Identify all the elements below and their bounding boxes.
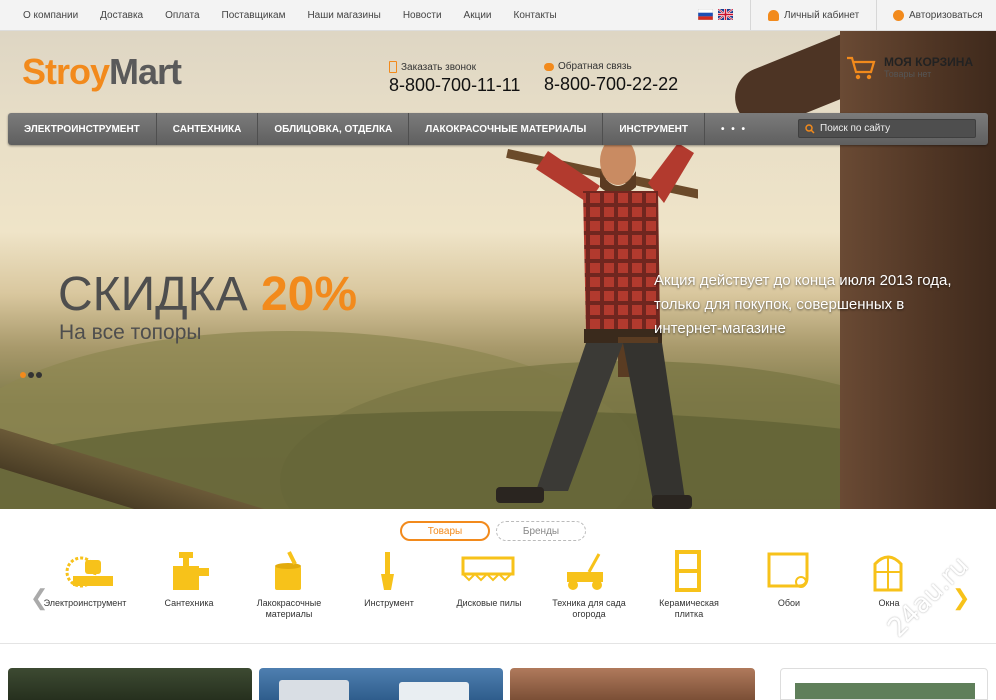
- category-item[interactable]: Инструмент: [344, 550, 434, 609]
- screwdriver-icon: [381, 552, 394, 590]
- category-label: Электроинструмент: [43, 598, 127, 608]
- tab-goods[interactable]: Товары: [400, 521, 490, 541]
- saw-blade-icon: [461, 556, 515, 582]
- search-icon: [805, 123, 815, 134]
- slider-dot[interactable]: [28, 372, 34, 378]
- category-label: Лакокрасочные материалы: [256, 598, 322, 619]
- category-label: Дисковые пилы: [456, 598, 522, 608]
- category-item[interactable]: Керамическая плитка: [644, 550, 734, 620]
- hero-banner: StroyMart Заказать звонок 8-800-700-11-1…: [0, 31, 996, 509]
- promo-title-text: СКИДКА: [58, 268, 248, 321]
- phone-callback-number: 8-800-700-11-11: [389, 75, 521, 95]
- paint-bucket-image: [399, 682, 469, 700]
- site-logo[interactable]: StroyMart: [22, 51, 182, 93]
- menu-more-button[interactable]: • • •: [705, 113, 763, 145]
- promo-card[interactable]: [259, 668, 503, 700]
- cart-title: МОЯ КОРЗИНА: [884, 55, 974, 69]
- russian-flag-icon[interactable]: [698, 9, 713, 20]
- promo-card[interactable]: [510, 668, 755, 700]
- cabinet-label: Личный кабинет: [784, 9, 860, 21]
- category-item[interactable]: Сантехника: [144, 550, 234, 609]
- phone-icon: [389, 61, 397, 73]
- cart-icon: [847, 56, 876, 80]
- phone-feedback-number: 8-800-700-22-22: [544, 74, 679, 94]
- category-item[interactable]: Электроинструмент: [40, 550, 130, 609]
- menu-power-tools[interactable]: ЭЛЕКТРОИНСТРУМЕНТ: [8, 113, 157, 145]
- category-label: Инструмент: [364, 598, 414, 608]
- menu-paints[interactable]: ЛАКОКРАСОЧНЫЕ МАТЕРИАЛЫ: [409, 113, 604, 145]
- phone-feedback-label: Обратная связь: [558, 61, 632, 72]
- login-link[interactable]: Авторизоваться: [893, 0, 983, 30]
- category-label: Техника для сада огорода: [552, 598, 626, 619]
- chat-icon: [544, 62, 554, 71]
- divider: [876, 0, 877, 30]
- faucet-icon: [173, 552, 209, 590]
- lawn-mower-icon: [567, 553, 603, 590]
- promo-subtitle: На все топоры: [59, 321, 202, 344]
- paint-bucket-image: [279, 680, 349, 700]
- top-nav: О компании Доставка Оплата Поставщикам Н…: [12, 0, 568, 30]
- promo-card[interactable]: [8, 668, 252, 700]
- catalog-tabs: Товары Бренды: [400, 521, 586, 541]
- logo-part-stroy: Stroy: [22, 51, 110, 92]
- menu-plumbing[interactable]: САНТЕХНИКА: [157, 113, 259, 145]
- topnav-news[interactable]: Новости: [403, 10, 442, 21]
- language-switcher: [698, 9, 733, 20]
- paint-can-icon: [275, 551, 301, 590]
- category-item[interactable]: Лакокрасочные материалы: [244, 550, 334, 620]
- category-item[interactable]: Дисковые пилы: [444, 550, 534, 609]
- category-label: Сантехника: [164, 598, 214, 608]
- promo-note: Акция действует до конца июля 2013 года,…: [654, 272, 952, 337]
- search-input[interactable]: Поиск по сайту: [798, 119, 976, 138]
- tab-brands[interactable]: Бренды: [496, 521, 586, 541]
- menu-tools[interactable]: ИНСТРУМЕНТ: [603, 113, 705, 145]
- cabinet-link[interactable]: Личный кабинет: [768, 0, 859, 30]
- category-carousel: Электроинструмент Сантехника Лакокрасочн…: [44, 550, 940, 630]
- topnav-about[interactable]: О компании: [23, 10, 78, 21]
- promo-title: СКИДКА 20%: [58, 267, 357, 322]
- top-bar: О компании Доставка Оплата Поставщикам Н…: [0, 0, 996, 31]
- category-item[interactable]: Техника для сада огорода: [544, 550, 634, 620]
- divider: [750, 0, 751, 30]
- cart-widget[interactable]: МОЯ КОРЗИНА Товары нет: [846, 55, 973, 81]
- logo-part-mart: Mart: [109, 51, 182, 92]
- topnav-delivery[interactable]: Доставка: [100, 10, 143, 21]
- user-icon: [768, 9, 779, 21]
- category-label: Обои: [777, 598, 801, 608]
- slider-dots: [20, 372, 42, 378]
- slider-dot-active[interactable]: [20, 372, 26, 378]
- circular-saw-icon: [65, 556, 113, 588]
- section-divider: [0, 643, 996, 644]
- slider-dot[interactable]: [36, 372, 42, 378]
- tile-icon: [675, 550, 701, 592]
- wallpaper-roll-icon: [767, 552, 809, 588]
- login-icon: [893, 9, 904, 21]
- english-flag-icon[interactable]: [718, 9, 733, 20]
- card-image: [795, 683, 975, 699]
- topnav-suppliers[interactable]: Поставщикам: [222, 10, 286, 21]
- cart-subtitle: Товары нет: [884, 69, 932, 79]
- phone-feedback[interactable]: Обратная связь 8-800-700-22-22: [544, 61, 678, 95]
- category-item[interactable]: Обои: [744, 550, 834, 609]
- search-placeholder: Поиск по сайту: [820, 123, 891, 134]
- phone-callback-label: Заказать звонок: [401, 61, 476, 73]
- window-icon: [873, 555, 903, 592]
- promo-card[interactable]: [780, 668, 988, 700]
- phone-callback[interactable]: Заказать звонок 8-800-700-11-11: [389, 61, 520, 96]
- promo-percent: 20%: [260, 268, 358, 321]
- topnav-stores[interactable]: Наши магазины: [307, 10, 380, 21]
- topnav-payment[interactable]: Оплата: [165, 10, 199, 21]
- topnav-promos[interactable]: Акции: [464, 10, 492, 21]
- menu-finishing[interactable]: ОБЛИЦОВКА, ОТДЕЛКА: [258, 113, 410, 145]
- category-label: Керамическая плитка: [659, 598, 719, 619]
- login-label: Авторизоваться: [909, 9, 983, 21]
- topnav-contacts[interactable]: Контакты: [514, 10, 557, 21]
